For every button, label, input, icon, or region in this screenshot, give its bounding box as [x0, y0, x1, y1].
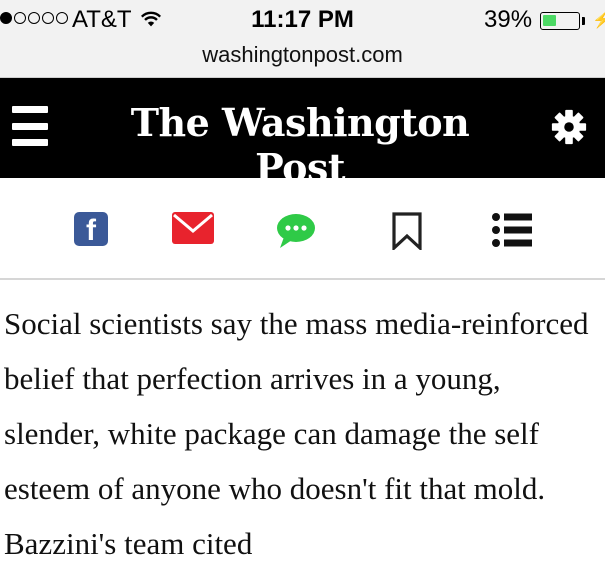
status-bar: AT&T 11:17 PM 39% ⚡	[0, 0, 605, 44]
list-icon[interactable]	[492, 212, 532, 248]
site-logo[interactable]: The Washington Post	[110, 100, 490, 190]
share-toolbar: f	[0, 178, 605, 280]
battery-percentage: 39%	[484, 6, 533, 33]
url-text[interactable]: washingtonpost.com	[0, 44, 605, 66]
hamburger-menu-icon[interactable]	[12, 106, 48, 146]
facebook-icon[interactable]: f	[74, 212, 108, 246]
battery-icon	[540, 12, 580, 30]
email-icon[interactable]	[172, 212, 214, 244]
article-body: Social scientists say the mass media-rei…	[4, 296, 604, 571]
gear-icon[interactable]	[550, 108, 588, 146]
site-header: The Washington Post	[0, 78, 605, 190]
bookmark-icon[interactable]	[392, 212, 422, 250]
article-paragraph: Social scientists say the mass media-rei…	[4, 306, 589, 561]
message-icon[interactable]	[276, 212, 316, 250]
url-bar[interactable]: washingtonpost.com	[0, 44, 605, 78]
battery-fill	[543, 15, 556, 26]
battery-tip	[582, 17, 585, 25]
charging-icon: ⚡	[592, 12, 605, 29]
